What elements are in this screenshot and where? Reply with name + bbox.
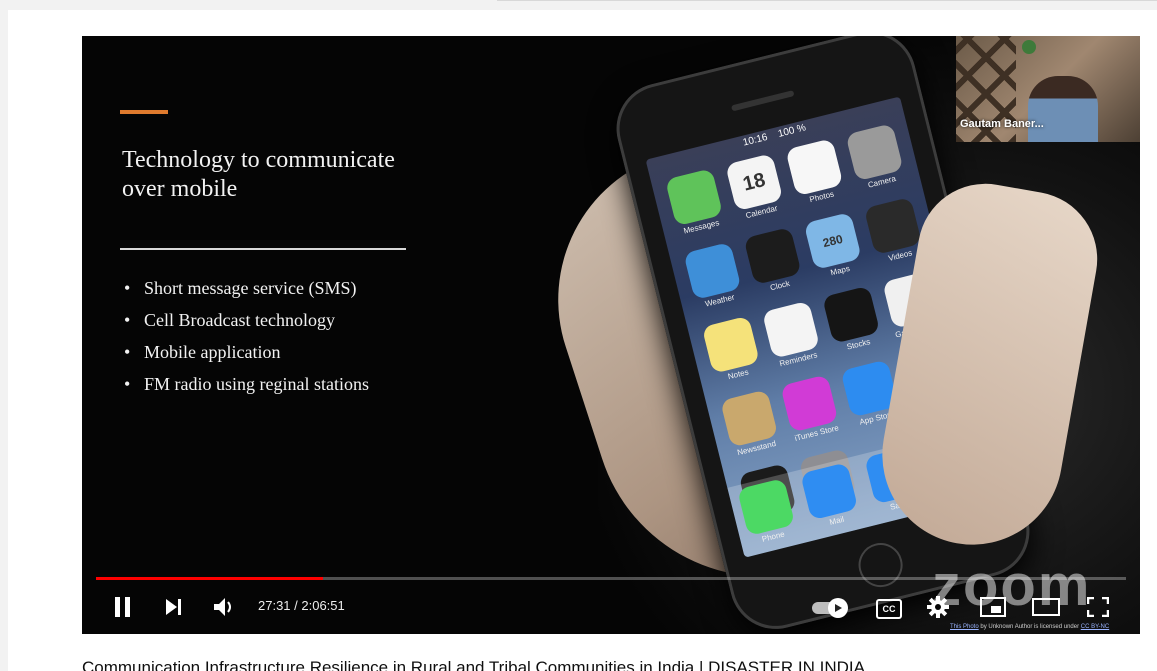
phone-app-weather: Weather — [681, 241, 748, 320]
fullscreen-icon — [1087, 597, 1109, 617]
video-player[interactable]: Technology to communicate over mobile Sh… — [82, 36, 1140, 634]
slide-accent-bar — [120, 110, 168, 114]
phone-app-notes: Notes — [700, 315, 767, 394]
gear-icon — [927, 596, 949, 618]
miniplayer-icon — [980, 597, 1006, 617]
pause-button[interactable] — [110, 592, 136, 622]
phone-app-stocks: Stocks — [820, 285, 887, 364]
phone-home-button — [853, 538, 908, 592]
subtitles-button[interactable]: CC — [876, 599, 902, 619]
video-title: Communication Infrastructure Resilience … — [82, 659, 865, 671]
zoom-watermark: zoom — [932, 553, 1092, 618]
phone-app-newsstand: Newsstand — [718, 389, 785, 468]
pause-icon — [115, 597, 130, 617]
slide-title-rule — [120, 248, 406, 250]
fullscreen-button[interactable] — [1084, 592, 1112, 622]
phone-status-battery: 100 % — [776, 122, 808, 140]
phone-earpiece — [730, 90, 795, 112]
phone-app-itunes-store: iTunes Store — [778, 374, 845, 453]
volume-icon — [214, 598, 231, 616]
phone-app-clock: Clock — [742, 226, 809, 305]
phone-app-reminders: Reminders — [760, 300, 827, 379]
phone-app-camera: Camera — [843, 123, 910, 202]
theater-icon — [1032, 598, 1060, 616]
phone-app-calendar: 18 Calendar — [723, 153, 790, 232]
next-button[interactable] — [160, 592, 186, 622]
slide-title: Technology to communicate over mobile — [122, 147, 395, 202]
theater-mode-button[interactable] — [1030, 592, 1062, 622]
license-link[interactable]: CC BY-NC — [1081, 624, 1109, 630]
next-icon — [166, 599, 181, 615]
settings-button[interactable] — [924, 592, 952, 622]
time-display: 27:31 / 2:06:51 — [258, 598, 345, 613]
autoplay-toggle[interactable] — [812, 598, 848, 618]
phone-app-mail: Mail — [798, 462, 864, 537]
slide-bullet: Short message service (SMS) — [122, 274, 369, 306]
app-glyph: 18 — [740, 168, 768, 196]
play-icon — [835, 604, 842, 612]
top-bar — [0, 0, 1157, 10]
slide-bullet-list: Short message service (SMS) Cell Broadca… — [122, 274, 369, 402]
slide-bullet: Mobile application — [122, 338, 369, 370]
phone-app-photos: Photos — [783, 138, 850, 217]
top-bar-edge — [497, 0, 1157, 1]
slide-bullet: Cell Broadcast technology — [122, 306, 369, 338]
photo-license-text: by Unknown Author is licensed under — [978, 624, 1081, 630]
phone-app-messages: Messages — [663, 168, 730, 247]
phone-app-phone: Phone — [735, 477, 801, 552]
phone-status-time: 10:16 — [741, 131, 769, 149]
background-plant — [1022, 40, 1036, 54]
miniplayer-button[interactable] — [978, 592, 1008, 622]
photo-link[interactable]: This Photo — [950, 624, 979, 630]
participant-video-thumbnail: Gautam Baner... — [956, 36, 1140, 142]
photo-license-note: This Photo by Unknown Author is licensed… — [950, 624, 1109, 630]
app-glyph: 280 — [821, 231, 845, 251]
phone-app-maps: 280 Maps — [802, 211, 869, 290]
progress-played — [96, 577, 323, 580]
progress-bar[interactable] — [96, 577, 1126, 580]
volume-button[interactable] — [210, 592, 238, 622]
autoplay-knob — [828, 598, 848, 618]
participant-person — [1028, 76, 1098, 142]
participant-name: Gautam Baner... — [960, 118, 1044, 130]
slide-bullet: FM radio using reginal stations — [122, 370, 369, 402]
